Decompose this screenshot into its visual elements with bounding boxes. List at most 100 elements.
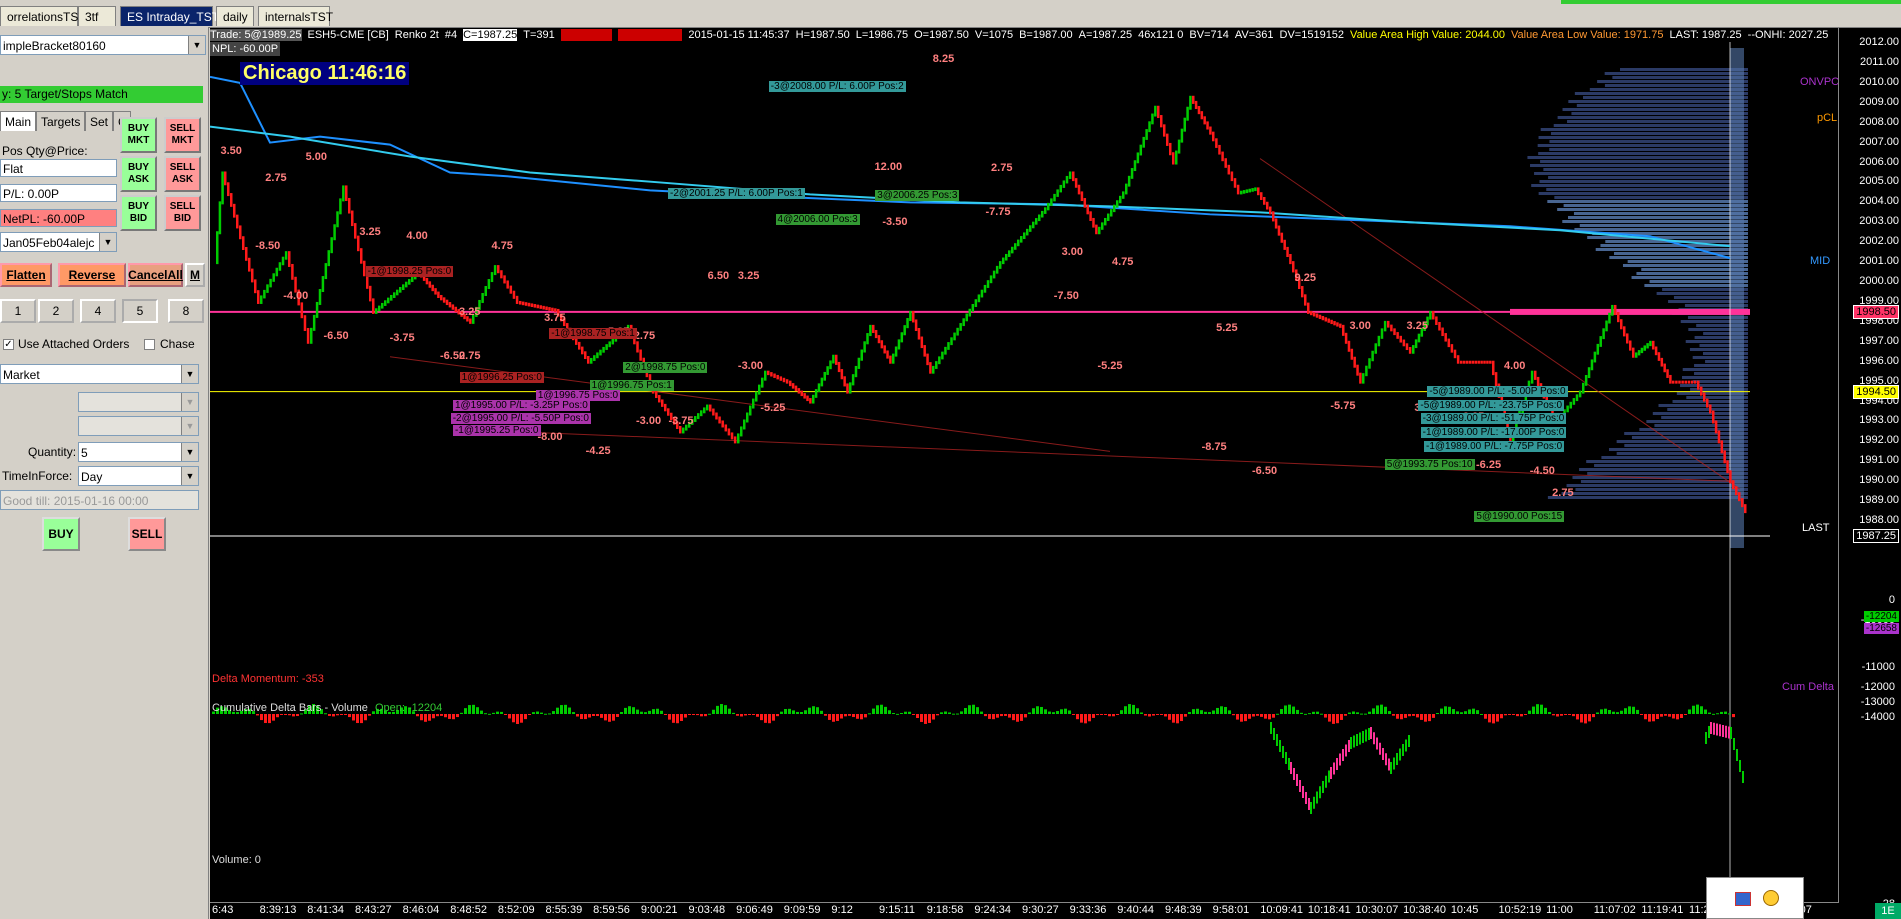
delta-momentum-bar (336, 714, 339, 716)
smiley-icon[interactable] (1763, 890, 1779, 906)
volume-profile-bar (1587, 472, 1748, 475)
sell-market-button[interactable]: SELL MKT (164, 117, 201, 153)
chart-info-bar: Trade: 5@1989.25 ESH5-CME [CB] Renko 2t #4 C… (210, 28, 1835, 42)
renko-brick (1139, 144, 1143, 156)
quantity-select[interactable]: 5 ▼ (78, 442, 199, 462)
renko-brick (874, 329, 878, 339)
qty-button-1[interactable]: 1 (0, 299, 36, 323)
volume-profile-bar (1575, 488, 1748, 491)
price-select-2: ▼ (78, 416, 199, 436)
price-axis[interactable]: 2012.00 2011.00 2010.00 2009.00 2008.00 2007.… (1838, 28, 1901, 919)
tif-select[interactable]: Day ▼ (78, 466, 199, 486)
renko-brick (1693, 380, 1697, 384)
renko-brick (257, 290, 260, 304)
delta-momentum-bar (1704, 709, 1707, 714)
renko-brick (1441, 327, 1444, 337)
chevron-down-icon: ▼ (181, 443, 198, 461)
delta-momentum-bar (924, 714, 927, 724)
strategy-select[interactable]: impleBracket80160 ▼ (0, 35, 206, 55)
cum-delta-name: Cumulative Delta Bars - Volume (212, 702, 368, 714)
renko-brick (694, 416, 697, 422)
renko-brick (1289, 254, 1292, 265)
renko-brick (950, 337, 953, 346)
delta-momentum-bar (712, 709, 715, 714)
use-attached-orders-checkbox[interactable]: ✓ (3, 339, 14, 350)
status-strip (1561, 0, 1901, 4)
cum-delta-bar (1333, 762, 1335, 775)
delta-momentum-bar (1576, 714, 1579, 720)
time-axis[interactable]: 6:43 8:39:13 8:41:34 8:43:27 8:46:04 8:48:52 8… (210, 902, 1839, 919)
renko-brick (968, 308, 972, 317)
buy-button[interactable]: BUY (42, 517, 80, 551)
flatten-button[interactable]: Flatten (0, 263, 52, 287)
cum-delta-bar (1285, 752, 1287, 764)
sell-button[interactable]: SELL (128, 517, 166, 551)
renko-brick (536, 304, 540, 309)
renko-brick (782, 377, 786, 383)
volume-profile-bar (1527, 156, 1748, 159)
delta-momentum-bar (1072, 714, 1075, 715)
sell-bid-button[interactable]: SELL BID (164, 195, 201, 231)
tab-correlations[interactable]: orrelationsTST2 (0, 6, 92, 26)
order-type-select[interactable]: Market ▼ (0, 364, 199, 384)
renko-brick (1480, 360, 1483, 364)
renko-brick (1248, 188, 1251, 193)
tab-3tf[interactable]: 3tf (78, 6, 116, 26)
subtab-set[interactable]: Set (85, 111, 113, 131)
qty-button-8[interactable]: 8 (168, 299, 204, 323)
price-select-1: ▼ (78, 392, 199, 412)
price-tick: 2002.00 (1859, 235, 1899, 248)
buy-market-button[interactable]: BUY MKT (120, 117, 157, 153)
renko-brick (303, 315, 307, 331)
delta-momentum-bar (1592, 714, 1595, 718)
renko-brick (814, 389, 818, 398)
tab-es-intraday[interactable]: ES Intraday_TST (120, 6, 219, 26)
price-chart[interactable]: Trade: 5@1989.25 ESH5-CME [CB] Renko 2t #4 C… (210, 28, 1901, 919)
subtab-main[interactable]: Main (0, 111, 36, 131)
order-marker: -3@2008.00 P/L: 6.00P Pos:2 (768, 80, 906, 92)
renko-brick (1157, 105, 1160, 119)
window-icon[interactable] (1735, 892, 1751, 906)
reverse-button[interactable]: Reverse (58, 263, 126, 287)
strategy-name: impleBracket80160 (3, 39, 106, 53)
volume-profile-bar (1553, 124, 1748, 127)
delta-momentum-bar (1404, 714, 1407, 718)
delta-momentum-bar (1712, 713, 1715, 715)
renko-brick (1180, 128, 1184, 143)
cum-delta-bar (1725, 725, 1727, 738)
delta-momentum-bar (292, 714, 295, 717)
qty-button-2[interactable]: 2 (38, 299, 74, 323)
delta-momentum-bar (652, 709, 655, 714)
delta-momentum-bar (1416, 714, 1419, 718)
renko-brick (254, 279, 257, 294)
renko-brick (1477, 360, 1480, 364)
subtab-targets[interactable]: Targets (36, 111, 85, 131)
renko-brick (1374, 343, 1377, 354)
renko-brick (1194, 100, 1198, 110)
chase-checkbox[interactable] (144, 339, 155, 350)
tab-daily[interactable]: daily (216, 6, 254, 26)
qty-button-4[interactable]: 4 (80, 299, 116, 323)
renko-brick (812, 394, 815, 404)
buy-ask-button[interactable]: BUY ASK (120, 156, 157, 192)
renko-brick (1635, 352, 1638, 358)
renko-brick (1362, 373, 1365, 384)
cancel-all-button[interactable]: CancelAll (128, 263, 183, 287)
renko-brick (1206, 121, 1209, 130)
delta-momentum-bar (1016, 714, 1019, 722)
tab-internals[interactable]: internalsTST (258, 6, 333, 26)
qty-button-5[interactable]: 5 (122, 299, 158, 323)
delta-momentum-bar (1176, 714, 1179, 724)
delta-momentum-bar (1348, 712, 1351, 714)
m-button[interactable]: M (185, 263, 205, 287)
taskbar-popup[interactable] (1706, 877, 1804, 919)
renko-brick (1462, 360, 1466, 364)
renko-brick (1344, 332, 1348, 344)
buy-bid-button[interactable]: BUY BID (120, 195, 157, 231)
account-select[interactable]: Jan05Feb04alejc ▼ (0, 232, 117, 252)
renko-brick (481, 292, 484, 303)
delta-momentum-bar (1276, 713, 1279, 715)
sell-ask-button[interactable]: SELL ASK (164, 156, 201, 192)
renko-brick (914, 319, 918, 331)
volume-profile-bar (1589, 88, 1748, 91)
